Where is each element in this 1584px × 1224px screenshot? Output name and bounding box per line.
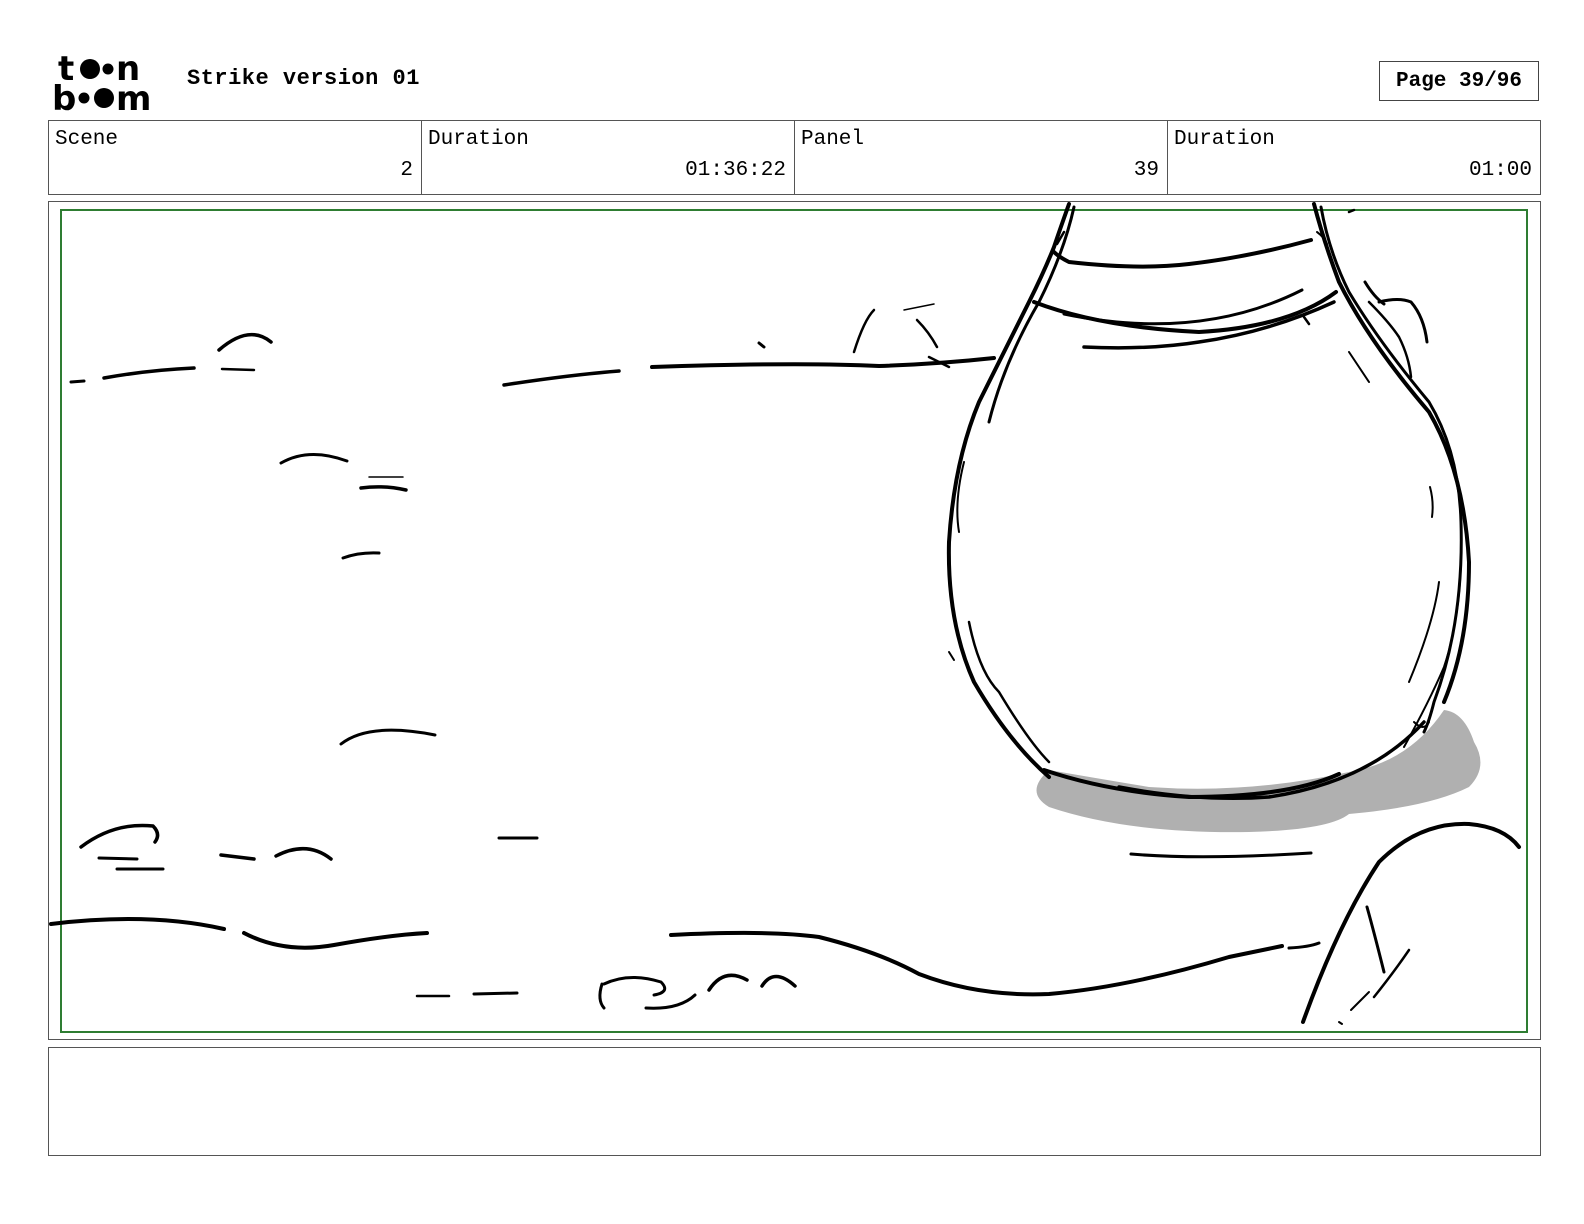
panel-duration-label: Duration	[1174, 128, 1275, 151]
svg-text:b: b	[52, 79, 76, 112]
panel-label: Panel	[801, 128, 865, 151]
panel-value: 39	[1133, 159, 1159, 182]
scene-duration-value: 01:36:22	[685, 159, 786, 182]
scene-duration-cell: Duration 01:36:22	[422, 121, 795, 194]
storyboard-panel	[48, 201, 1541, 1040]
panel-info-table: Scene 2 Duration 01:36:22 Panel 39 Durat…	[48, 120, 1541, 195]
panel-sketch	[49, 202, 1528, 1033]
safe-frame	[60, 209, 1528, 1033]
document-title: Strike version 01	[187, 66, 420, 91]
scene-duration-label: Duration	[428, 128, 529, 151]
page-indicator: Page 39/96	[1379, 61, 1539, 101]
panel-cell: Panel 39	[795, 121, 1168, 194]
svg-text:m: m	[116, 79, 151, 112]
dialogue-notes-box	[48, 1047, 1541, 1156]
panel-duration-cell: Duration 01:00	[1168, 121, 1540, 194]
scene-value: 2	[400, 159, 413, 182]
toonboom-logo: t n b m	[52, 50, 151, 112]
scene-label: Scene	[55, 128, 119, 151]
panel-duration-value: 01:00	[1468, 159, 1532, 182]
scene-cell: Scene 2	[49, 121, 422, 194]
